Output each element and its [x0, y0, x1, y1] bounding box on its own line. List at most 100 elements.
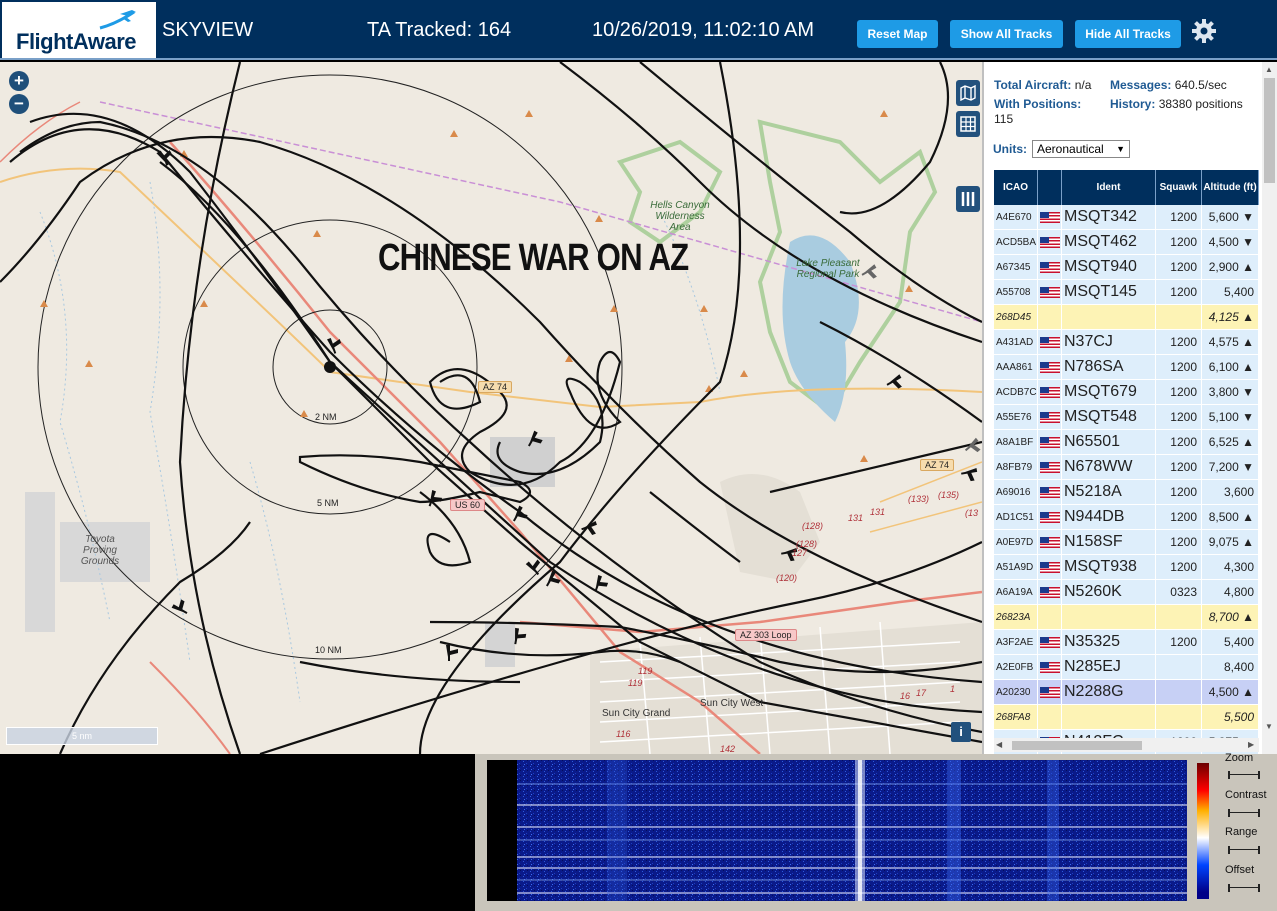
route-number: 119 — [638, 666, 652, 676]
table-row[interactable]: A3F2AE N35325 1200 5,400 — [994, 630, 1259, 655]
cell-ident: N5260K — [1062, 580, 1156, 604]
vertical-scrollbar[interactable]: ▲ ▼ — [1262, 62, 1277, 754]
cell-flag — [1038, 255, 1062, 279]
table-row[interactable]: A6A19A N5260K 0323 4,800 — [994, 580, 1259, 605]
cell-flag — [1038, 205, 1062, 229]
tracked-count: TA Tracked: 164 — [367, 19, 512, 41]
positions-value: 115 — [994, 112, 1014, 126]
cell-squawk: 1200 — [1156, 280, 1202, 304]
reset-map-button[interactable]: Reset Map — [857, 20, 938, 48]
table-row[interactable]: A67345 MSQT940 1200 2,900 ▲ — [994, 255, 1259, 280]
cell-flag — [1038, 480, 1062, 504]
us-flag-icon — [1039, 361, 1060, 373]
table-row[interactable]: AAA861 N786SA 1200 6,100 ▲ — [994, 355, 1259, 380]
us-flag-icon — [1039, 386, 1060, 398]
table-row[interactable]: AD1C51 N944DB 1200 8,500 ▲ — [994, 505, 1259, 530]
table-row[interactable]: A2E0FB N285EJ 8,400 — [994, 655, 1259, 680]
table-row[interactable]: A55708 MSQT145 1200 5,400 — [994, 280, 1259, 305]
show-all-tracks-button[interactable]: Show All Tracks — [950, 20, 1063, 48]
us-flag-icon — [1039, 586, 1060, 598]
cell-icao: AAA861 — [994, 355, 1038, 379]
stats-block: Total Aircraft: n/a Messages: 640.5/sec … — [994, 78, 1250, 127]
us-flag-icon — [1039, 561, 1060, 573]
positions-label: With Positions: — [994, 97, 1082, 111]
table-row[interactable]: A69016 N5218A 1200 3,600 — [994, 480, 1259, 505]
cell-squawk: 1200 — [1156, 455, 1202, 479]
offset-slider[interactable] — [1228, 884, 1260, 892]
units-select[interactable]: Aeronautical ▼ — [1032, 140, 1130, 158]
scroll-thumb[interactable] — [1012, 741, 1142, 750]
table-row[interactable]: 268D45 4,125 ▲ — [994, 305, 1259, 330]
column-toggle-button[interactable] — [956, 186, 980, 212]
zoom-in-button[interactable]: + — [9, 71, 29, 91]
color-scale — [1197, 763, 1209, 899]
cell-altitude: 6,100 ▲ — [1202, 355, 1259, 379]
table-row[interactable]: A8FB79 N678WW 1200 7,200 ▼ — [994, 455, 1259, 480]
cell-ident: MSQT342 — [1062, 205, 1156, 229]
cell-icao: 268FA8 — [994, 705, 1038, 729]
route-number: (128) — [802, 521, 823, 531]
range-slider[interactable] — [1228, 846, 1260, 854]
cell-squawk — [1156, 705, 1202, 729]
table-row[interactable]: A55E76 MSQT548 1200 5,100 ▼ — [994, 405, 1259, 430]
cell-ident: N786SA — [1062, 355, 1156, 379]
cell-icao: A55708 — [994, 280, 1038, 304]
cell-flag — [1038, 405, 1062, 429]
table-row[interactable]: 268FA8 5,500 — [994, 705, 1259, 730]
scroll-up-icon[interactable]: ▲ — [1265, 65, 1273, 74]
cell-icao: 268D45 — [994, 305, 1038, 329]
table-row[interactable]: A4E670 MSQT342 1200 5,600 ▼ — [994, 205, 1259, 230]
skyview-app: FlightAware SKYVIEW TA Tracked: 164 10/2… — [0, 0, 1277, 911]
messages-value: 640.5/sec — [1174, 78, 1227, 92]
table-row[interactable]: A8A1BF N65501 1200 6,525 ▲ — [994, 430, 1259, 455]
map-canvas[interactable]: (128) (128) 127 (120) 131 131 (133) (135… — [0, 62, 982, 754]
cell-ident: N65501 — [1062, 430, 1156, 454]
contrast-slider[interactable] — [1228, 809, 1260, 817]
table-toggle-button[interactable] — [956, 111, 980, 137]
gear-icon[interactable] — [1190, 17, 1218, 45]
empty-pane — [0, 754, 475, 911]
table-header: ICAO Ident Squawk Altitude (ft) — [994, 170, 1259, 205]
col-flag[interactable] — [1038, 170, 1062, 205]
cell-icao: A55E76 — [994, 405, 1038, 429]
table-row[interactable]: A20230 N2288G 4,500 ▲ — [994, 680, 1259, 705]
cell-squawk: 1200 — [1156, 405, 1202, 429]
col-altitude[interactable]: Altitude (ft) — [1202, 170, 1259, 205]
table-row[interactable]: A0E97D N158SF 1200 9,075 ▲ — [994, 530, 1259, 555]
cell-flag — [1038, 430, 1062, 454]
cell-flag — [1038, 555, 1062, 579]
col-squawk[interactable]: Squawk — [1156, 170, 1202, 205]
cell-flag — [1038, 680, 1062, 704]
map-layer-button[interactable] — [956, 80, 980, 106]
horizontal-scrollbar[interactable]: ◀ ▶ — [994, 738, 1259, 752]
cell-ident: MSQT938 — [1062, 555, 1156, 579]
peak-markers — [40, 110, 913, 462]
table-row[interactable]: 26823A 8,700 ▲ — [994, 605, 1259, 630]
table-row[interactable]: ACDB7C MSQT679 1200 3,800 ▼ — [994, 380, 1259, 405]
cell-altitude: 4,125 ▲ — [1202, 305, 1259, 329]
cell-icao: A20230 — [994, 680, 1038, 704]
scroll-left-icon[interactable]: ◀ — [996, 740, 1002, 749]
waterfall-canvas — [487, 760, 1187, 901]
cell-ident: MSQT548 — [1062, 405, 1156, 429]
scroll-right-icon[interactable]: ▶ — [1248, 740, 1254, 749]
map-view[interactable]: (128) (128) 127 (120) 131 131 (133) (135… — [0, 62, 982, 754]
zoom-slider[interactable] — [1228, 771, 1260, 779]
table-row[interactable]: A431AD N37CJ 1200 4,575 ▲ — [994, 330, 1259, 355]
hide-all-tracks-button[interactable]: Hide All Tracks — [1075, 20, 1181, 48]
route-number: 127 — [792, 548, 808, 558]
table-row[interactable]: A51A9D MSQT938 1200 4,300 — [994, 555, 1259, 580]
scroll-down-icon[interactable]: ▼ — [1265, 722, 1273, 731]
road-label-az74: AZ 74 — [920, 459, 955, 471]
col-ident[interactable]: Ident — [1062, 170, 1156, 205]
table-row[interactable]: ACD5BA MSQT462 1200 4,500 ▼ — [994, 230, 1259, 255]
road-label-us60: US 60 — [450, 499, 486, 511]
scroll-thumb[interactable] — [1264, 78, 1275, 183]
info-button[interactable]: i — [951, 722, 971, 742]
clock: 10/26/2019, 11:02:10 AM — [592, 19, 815, 41]
flightaware-logo[interactable]: FlightAware — [2, 2, 156, 58]
col-icao[interactable]: ICAO — [994, 170, 1038, 205]
app-title: SKYVIEW — [162, 19, 254, 41]
waterfall-display[interactable] — [487, 760, 1187, 901]
zoom-out-button[interactable]: − — [9, 94, 29, 114]
